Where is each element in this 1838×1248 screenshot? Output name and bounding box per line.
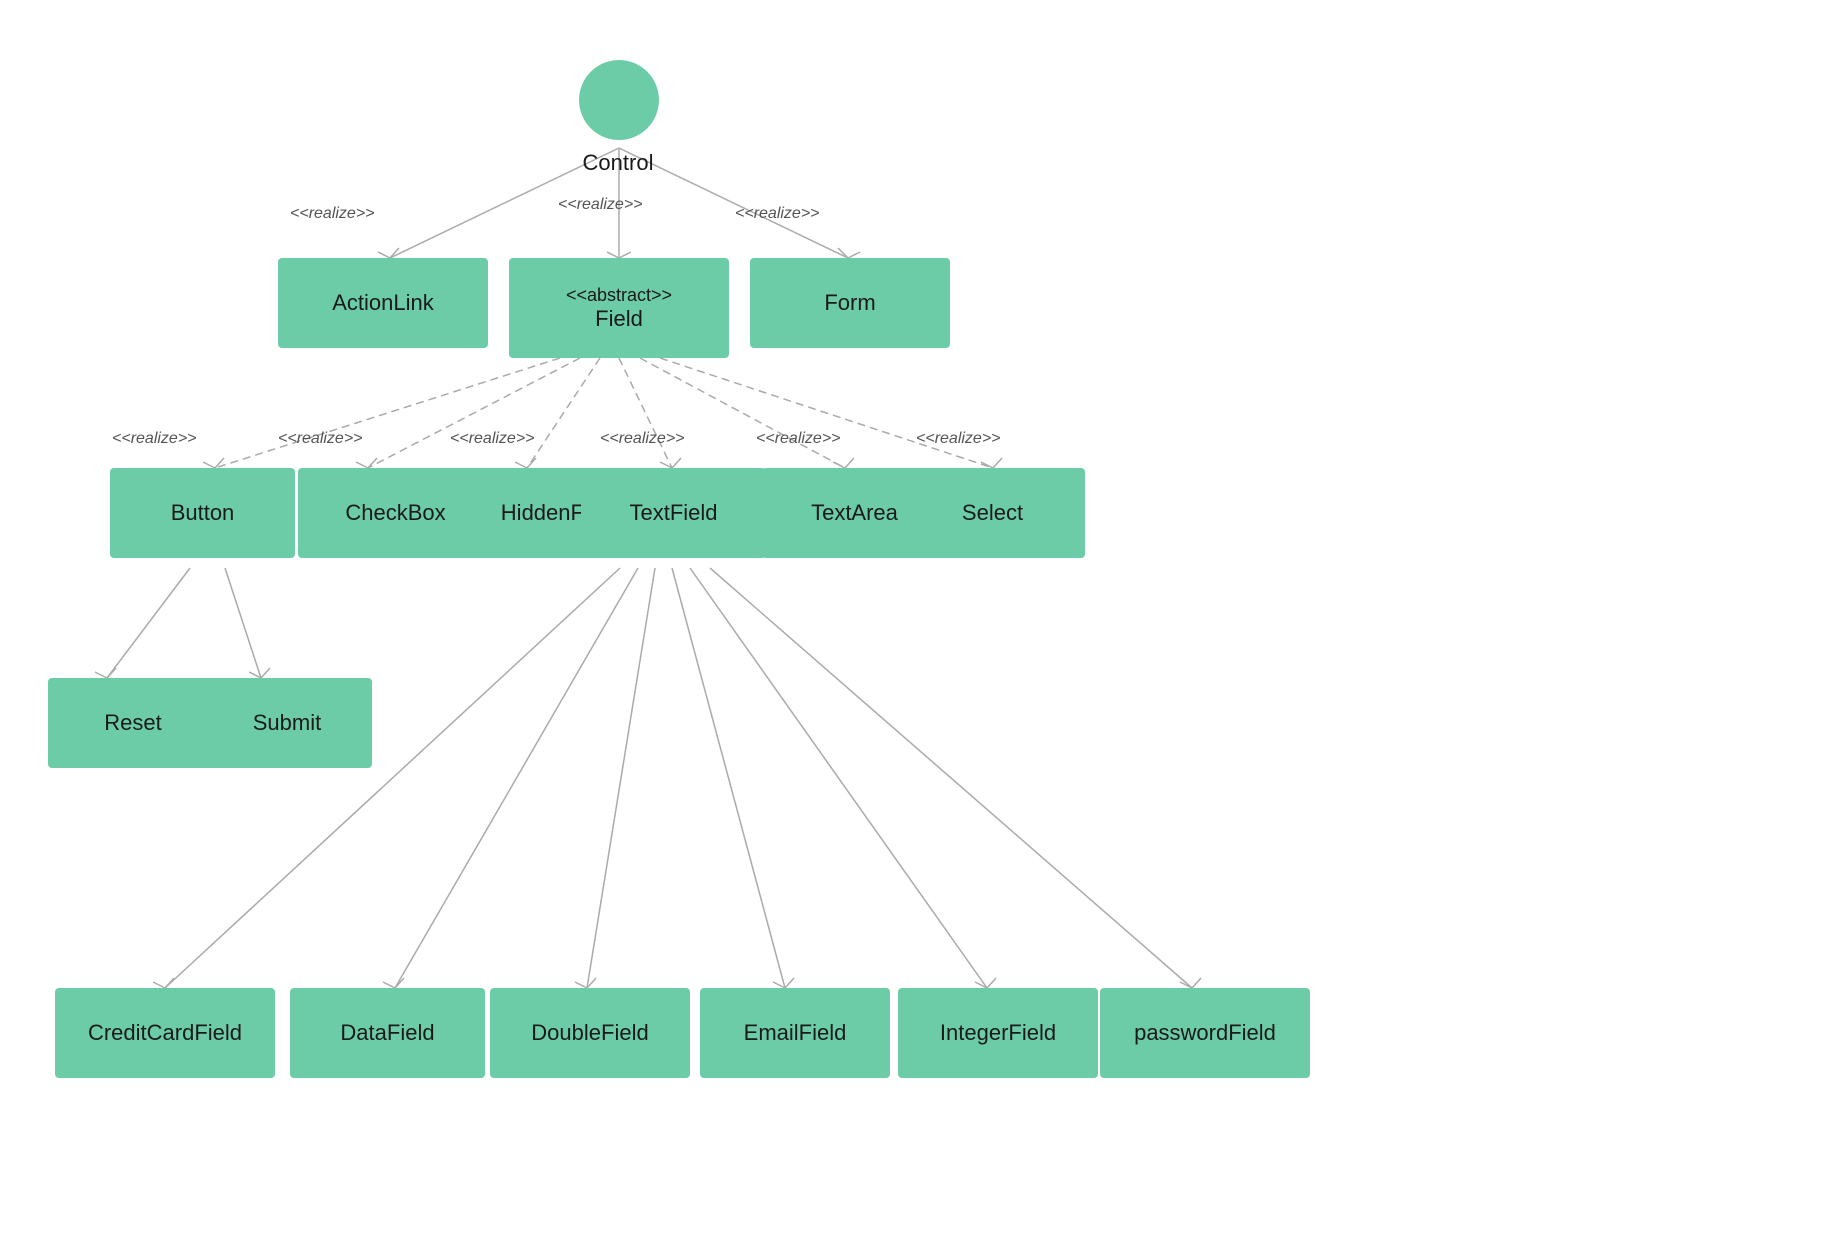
actionlink-node: ActionLink: [278, 258, 488, 348]
datafield-label: DataField: [340, 1020, 434, 1046]
doublefield-label: DoubleField: [531, 1020, 648, 1046]
control-label: Control: [558, 150, 678, 176]
realize-label-7: <<realize>>: [600, 430, 685, 448]
realize-label-2: <<realize>>: [558, 196, 643, 214]
uml-diagram: Control <<realize>> <<realize>> <<realiz…: [0, 0, 1838, 1248]
button-label: Button: [171, 500, 235, 526]
creditcardfield-label: CreditCardField: [88, 1020, 242, 1046]
integerfield-label: IntegerField: [940, 1020, 1056, 1046]
reset-node: Reset: [48, 678, 218, 768]
textfield-node: TextField: [581, 468, 766, 558]
form-label: Form: [824, 290, 875, 316]
actionlink-label: ActionLink: [332, 290, 434, 316]
realize-label-8: <<realize>>: [756, 430, 841, 448]
checkbox-label: CheckBox: [345, 500, 445, 526]
realize-label-5: <<realize>>: [278, 430, 363, 448]
submit-label: Submit: [253, 710, 321, 736]
passwordfield-node: passwordField: [1100, 988, 1310, 1078]
select-label: Select: [962, 500, 1023, 526]
button-node: Button: [110, 468, 295, 558]
realize-label-3: <<realize>>: [735, 205, 820, 223]
textfield-label: TextField: [629, 500, 717, 526]
realize-label-1: <<realize>>: [290, 205, 375, 223]
field-node: <<abstract>> Field: [509, 258, 729, 358]
datafield-node: DataField: [290, 988, 485, 1078]
submit-node: Submit: [202, 678, 372, 768]
field-abstract-label: <<abstract>>: [566, 285, 672, 306]
textarea-label: TextArea: [811, 500, 898, 526]
select-node: Select: [900, 468, 1085, 558]
control-circle-node: [579, 60, 659, 140]
doublefield-node: DoubleField: [490, 988, 690, 1078]
realize-label-6: <<realize>>: [450, 430, 535, 448]
form-node: Form: [750, 258, 950, 348]
passwordfield-label: passwordField: [1134, 1020, 1276, 1046]
field-label: Field: [595, 306, 643, 332]
emailfield-node: EmailField: [700, 988, 890, 1078]
realize-label-9: <<realize>>: [916, 430, 1001, 448]
realize-label-4: <<realize>>: [112, 430, 197, 448]
integerfield-node: IntegerField: [898, 988, 1098, 1078]
reset-label: Reset: [104, 710, 161, 736]
creditcardfield-node: CreditCardField: [55, 988, 275, 1078]
emailfield-label: EmailField: [744, 1020, 847, 1046]
